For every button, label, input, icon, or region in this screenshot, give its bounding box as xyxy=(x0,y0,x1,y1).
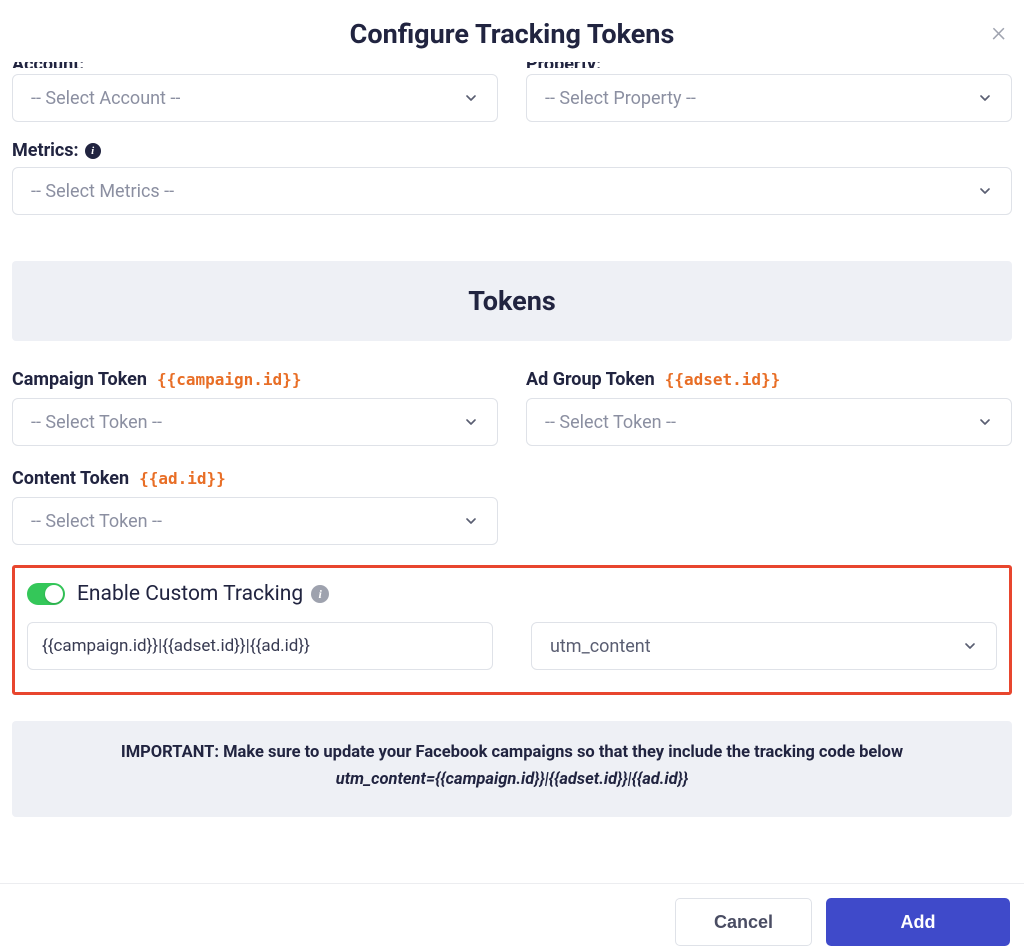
chevron-down-icon xyxy=(463,513,479,529)
custom-tracking-param-select[interactable]: utm_content xyxy=(531,622,997,670)
modal-title: Configure Tracking Tokens xyxy=(0,18,1024,50)
enable-custom-tracking-toggle[interactable] xyxy=(27,583,65,605)
property-select[interactable]: -- Select Property -- xyxy=(526,74,1012,122)
chevron-down-icon xyxy=(962,638,978,654)
account-label: Account: xyxy=(12,62,498,68)
chevron-down-icon xyxy=(463,414,479,430)
campaign-token-code: {{campaign.id}} xyxy=(157,370,302,389)
account-placeholder: -- Select Account -- xyxy=(31,88,180,109)
adgroup-token-label: Ad Group Token {{adset.id}} xyxy=(526,369,1012,390)
metrics-placeholder: -- Select Metrics -- xyxy=(31,181,174,202)
important-line1: IMPORTANT: Make sure to update your Face… xyxy=(121,743,903,762)
cancel-button[interactable]: Cancel xyxy=(675,898,812,946)
toggle-knob xyxy=(45,585,63,603)
content-token-label: Content Token {{ad.id}} xyxy=(12,468,498,489)
modal-footer: Cancel Add xyxy=(0,883,1024,946)
info-icon[interactable]: i xyxy=(85,143,101,159)
adgroup-token-select[interactable]: -- Select Token -- xyxy=(526,398,1012,446)
modal-body: Account: -- Select Account -- Property: … xyxy=(0,62,1024,883)
custom-tracking-pattern-input[interactable] xyxy=(27,622,493,670)
property-placeholder: -- Select Property -- xyxy=(545,88,696,109)
account-select[interactable]: -- Select Account -- xyxy=(12,74,498,122)
info-icon[interactable]: i xyxy=(311,585,329,603)
important-line2: utm_content={{campaign.id}}|{{adset.id}}… xyxy=(42,768,982,793)
tokens-section-header: Tokens xyxy=(12,261,1012,341)
content-token-select[interactable]: -- Select Token -- xyxy=(12,497,498,545)
custom-tracking-highlight: Enable Custom Tracking i utm_content xyxy=(12,565,1012,695)
chevron-down-icon xyxy=(977,183,993,199)
content-token-code: {{ad.id}} xyxy=(139,469,226,488)
chevron-down-icon xyxy=(463,90,479,106)
adgroup-token-code: {{adset.id}} xyxy=(665,370,781,389)
add-button[interactable]: Add xyxy=(826,898,1010,946)
campaign-token-select[interactable]: -- Select Token -- xyxy=(12,398,498,446)
important-notice: IMPORTANT: Make sure to update your Face… xyxy=(12,721,1012,817)
campaign-token-label: Campaign Token {{campaign.id}} xyxy=(12,369,498,390)
modal-header: Configure Tracking Tokens × xyxy=(0,0,1024,62)
metrics-select[interactable]: -- Select Metrics -- xyxy=(12,167,1012,215)
property-label: Property: xyxy=(526,62,1012,68)
metrics-label: Metrics: i xyxy=(12,140,1012,161)
close-icon[interactable]: × xyxy=(991,18,1006,46)
enable-custom-tracking-label: Enable Custom Tracking i xyxy=(77,582,329,606)
chevron-down-icon xyxy=(977,90,993,106)
configure-tracking-modal: Configure Tracking Tokens × Account: -- … xyxy=(0,0,1024,946)
chevron-down-icon xyxy=(977,414,993,430)
